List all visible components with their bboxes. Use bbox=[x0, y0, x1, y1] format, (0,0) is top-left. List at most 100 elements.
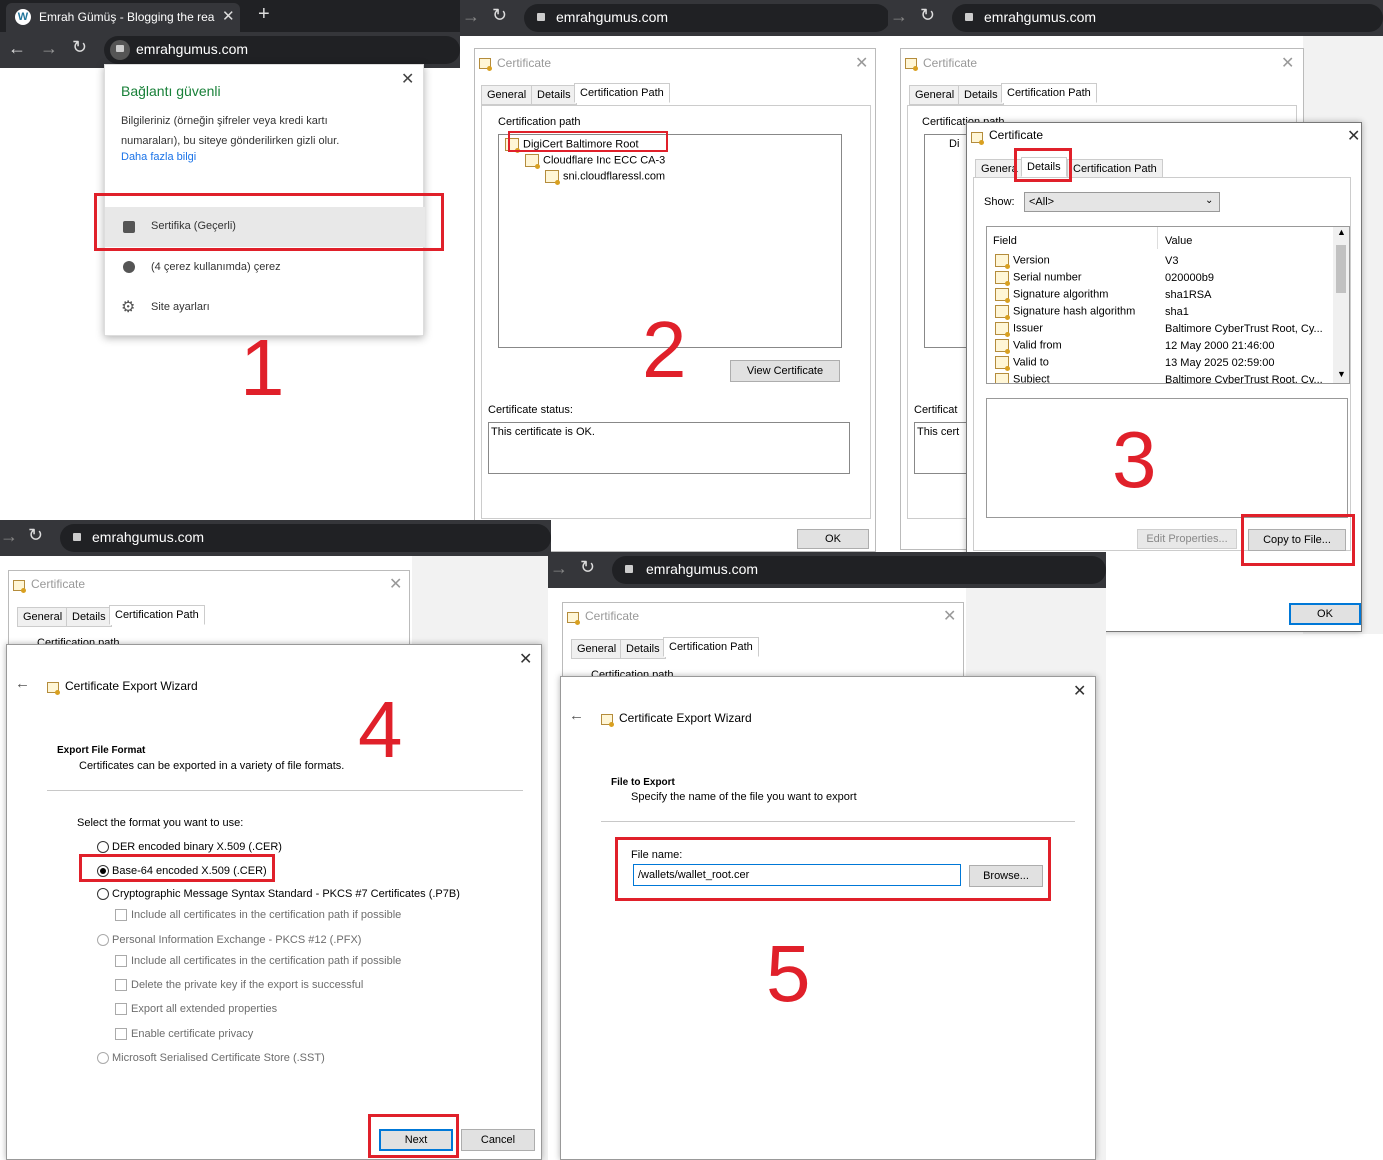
back-arrow-icon[interactable]: ← bbox=[569, 707, 584, 724]
tab-details[interactable]: Details bbox=[531, 85, 577, 105]
checkbox-icon[interactable] bbox=[115, 909, 127, 922]
option-p7b[interactable]: Cryptographic Message Syntax Standard - … bbox=[97, 888, 460, 901]
close-icon[interactable]: ✕ bbox=[519, 649, 532, 669]
bg-tab-details[interactable]: Details bbox=[66, 607, 112, 627]
scroll-up-icon[interactable]: ▲ bbox=[1337, 227, 1346, 237]
show-select[interactable]: <All> ⌄ bbox=[1024, 192, 1220, 212]
url-text: emrahgumus.com bbox=[556, 9, 669, 25]
checkbox-icon[interactable] bbox=[115, 1003, 127, 1016]
forward-icon[interactable]: → bbox=[550, 558, 568, 579]
url-text: emrahgumus.com bbox=[92, 529, 205, 545]
omnibox[interactable]: emrahgumus.com bbox=[104, 36, 460, 64]
bg-tab-details[interactable]: Details bbox=[958, 85, 1004, 105]
table-row[interactable]: Version bbox=[995, 254, 1050, 269]
table-row[interactable]: Issuer bbox=[995, 322, 1043, 337]
reload-icon[interactable]: ↻ bbox=[580, 557, 595, 578]
bg-dialog-title: Certificate bbox=[585, 609, 640, 623]
back-icon[interactable]: ← bbox=[8, 38, 26, 59]
reload-icon[interactable]: ↻ bbox=[28, 525, 43, 546]
cookies-item[interactable]: (4 çerez kullanımda) çerez bbox=[105, 249, 425, 285]
close-icon[interactable]: ✕ bbox=[943, 606, 956, 626]
section-subheading: Certificates can be exported in a variet… bbox=[79, 760, 345, 772]
radio-icon[interactable] bbox=[97, 1052, 109, 1065]
url-text: emrahgumus.com bbox=[646, 561, 759, 577]
popup-more-link[interactable]: Daha fazla bilgi bbox=[121, 151, 196, 163]
bg-tab-certification-path[interactable]: Certification Path bbox=[663, 637, 759, 657]
option-pfx-delete-key[interactable]: Delete the private key if the export is … bbox=[115, 979, 363, 992]
ok-button[interactable]: OK bbox=[797, 529, 869, 549]
bg-tab-certification-path[interactable]: Certification Path bbox=[1001, 83, 1097, 103]
table-row[interactable]: Subject bbox=[995, 373, 1050, 383]
reload-icon[interactable]: ↻ bbox=[920, 5, 935, 26]
back-arrow-icon[interactable]: ← bbox=[15, 675, 30, 692]
tab-general[interactable]: General bbox=[481, 85, 533, 105]
forward-icon[interactable]: → bbox=[0, 526, 18, 547]
popup-close-icon[interactable]: ✕ bbox=[401, 69, 414, 89]
bg-tab-general[interactable]: General bbox=[17, 607, 69, 627]
column-field[interactable]: Field bbox=[993, 235, 1017, 247]
highlight-copy-button bbox=[1241, 514, 1355, 566]
close-icon[interactable]: ✕ bbox=[389, 574, 402, 594]
field-value: sha1RSA bbox=[1165, 289, 1212, 301]
bg-tab-general[interactable]: General bbox=[909, 85, 961, 105]
section-subheading: Specify the name of the file you want to… bbox=[631, 791, 857, 803]
bg-tab-details[interactable]: Details bbox=[620, 639, 666, 659]
cancel-button[interactable]: Cancel bbox=[461, 1129, 535, 1151]
ok-button[interactable]: OK bbox=[1289, 603, 1361, 625]
omnibox[interactable]: emrahgumus.com bbox=[612, 556, 1106, 584]
option-der[interactable]: DER encoded binary X.509 (.CER) bbox=[97, 841, 282, 854]
option-label: Export all extended properties bbox=[131, 1003, 278, 1015]
radio-icon[interactable] bbox=[97, 841, 109, 854]
forward-icon[interactable]: → bbox=[40, 38, 58, 59]
option-pfx-privacy[interactable]: Enable certificate privacy bbox=[115, 1028, 253, 1041]
table-row[interactable]: Serial number bbox=[995, 271, 1081, 286]
forward-icon[interactable]: → bbox=[890, 6, 908, 27]
option-pfx-include[interactable]: Include all certificates in the certific… bbox=[115, 955, 401, 968]
omnibox[interactable]: emrahgumus.com bbox=[524, 4, 890, 32]
browser-tab[interactable]: W Emrah Gümüş - Blogging the rea ✕ bbox=[6, 3, 240, 32]
forward-icon[interactable]: → bbox=[462, 6, 480, 27]
toolbar-3: → ↻ emrahgumus.com bbox=[888, 0, 1383, 36]
table-row[interactable]: Valid to bbox=[995, 356, 1049, 371]
fields-list[interactable]: Field Value Version V3 Serial number 020… bbox=[986, 226, 1350, 384]
site-settings-item[interactable]: ⚙ Site ayarları bbox=[105, 289, 425, 325]
edit-properties-button[interactable]: Edit Properties... bbox=[1137, 529, 1237, 549]
radio-icon[interactable] bbox=[97, 934, 109, 947]
bg-status-label: Certificat bbox=[914, 404, 958, 416]
omnibox[interactable]: emrahgumus.com bbox=[952, 4, 1383, 32]
option-pfx-extended[interactable]: Export all extended properties bbox=[115, 1003, 278, 1016]
tab-certification-path[interactable]: Certification Path bbox=[574, 83, 670, 103]
option-p7b-include[interactable]: Include all certificates in the certific… bbox=[115, 909, 401, 922]
scroll-down-icon[interactable]: ▼ bbox=[1337, 369, 1346, 379]
close-icon[interactable]: ✕ bbox=[1281, 53, 1294, 73]
checkbox-icon[interactable] bbox=[115, 1028, 127, 1041]
reload-icon[interactable]: ↻ bbox=[72, 37, 87, 58]
table-row[interactable]: Valid from bbox=[995, 339, 1062, 354]
scrollbar[interactable]: ▲ ▼ bbox=[1333, 227, 1349, 383]
option-sst[interactable]: Microsoft Serialised Certificate Store (… bbox=[97, 1052, 325, 1065]
checkbox-icon[interactable] bbox=[115, 979, 127, 992]
scroll-thumb[interactable] bbox=[1336, 245, 1346, 293]
tab-certification-path[interactable]: Certification Path bbox=[1067, 159, 1163, 179]
close-icon[interactable]: ✕ bbox=[1347, 126, 1360, 146]
table-row[interactable]: Signature hash algorithm bbox=[995, 305, 1135, 320]
checkbox-icon[interactable] bbox=[115, 955, 127, 968]
table-row[interactable]: Signature algorithm bbox=[995, 288, 1108, 303]
radio-icon[interactable] bbox=[97, 888, 109, 901]
close-icon[interactable]: ✕ bbox=[1073, 681, 1086, 701]
reload-icon[interactable]: ↻ bbox=[492, 5, 507, 26]
column-value[interactable]: Value bbox=[1165, 235, 1192, 247]
new-tab-icon[interactable]: + bbox=[258, 3, 270, 26]
bg-tab-general[interactable]: General bbox=[571, 639, 623, 659]
view-certificate-button[interactable]: View Certificate bbox=[730, 360, 840, 382]
close-icon[interactable]: ✕ bbox=[855, 53, 868, 73]
close-tab-icon[interactable]: ✕ bbox=[222, 7, 235, 25]
bg-tab-certification-path[interactable]: Certification Path bbox=[109, 605, 205, 625]
option-pfx[interactable]: Personal Information Exchange - PKCS #12… bbox=[97, 934, 361, 947]
tree-node-intermediate[interactable]: Cloudflare Inc ECC CA-3 bbox=[525, 154, 665, 169]
tree-node-leaf[interactable]: sni.cloudflaressl.com bbox=[545, 170, 665, 185]
divider bbox=[601, 821, 1075, 822]
dialog-title: Certificate bbox=[497, 56, 552, 70]
section-heading: File to Export bbox=[611, 777, 675, 788]
omnibox[interactable]: emrahgumus.com bbox=[60, 524, 551, 552]
